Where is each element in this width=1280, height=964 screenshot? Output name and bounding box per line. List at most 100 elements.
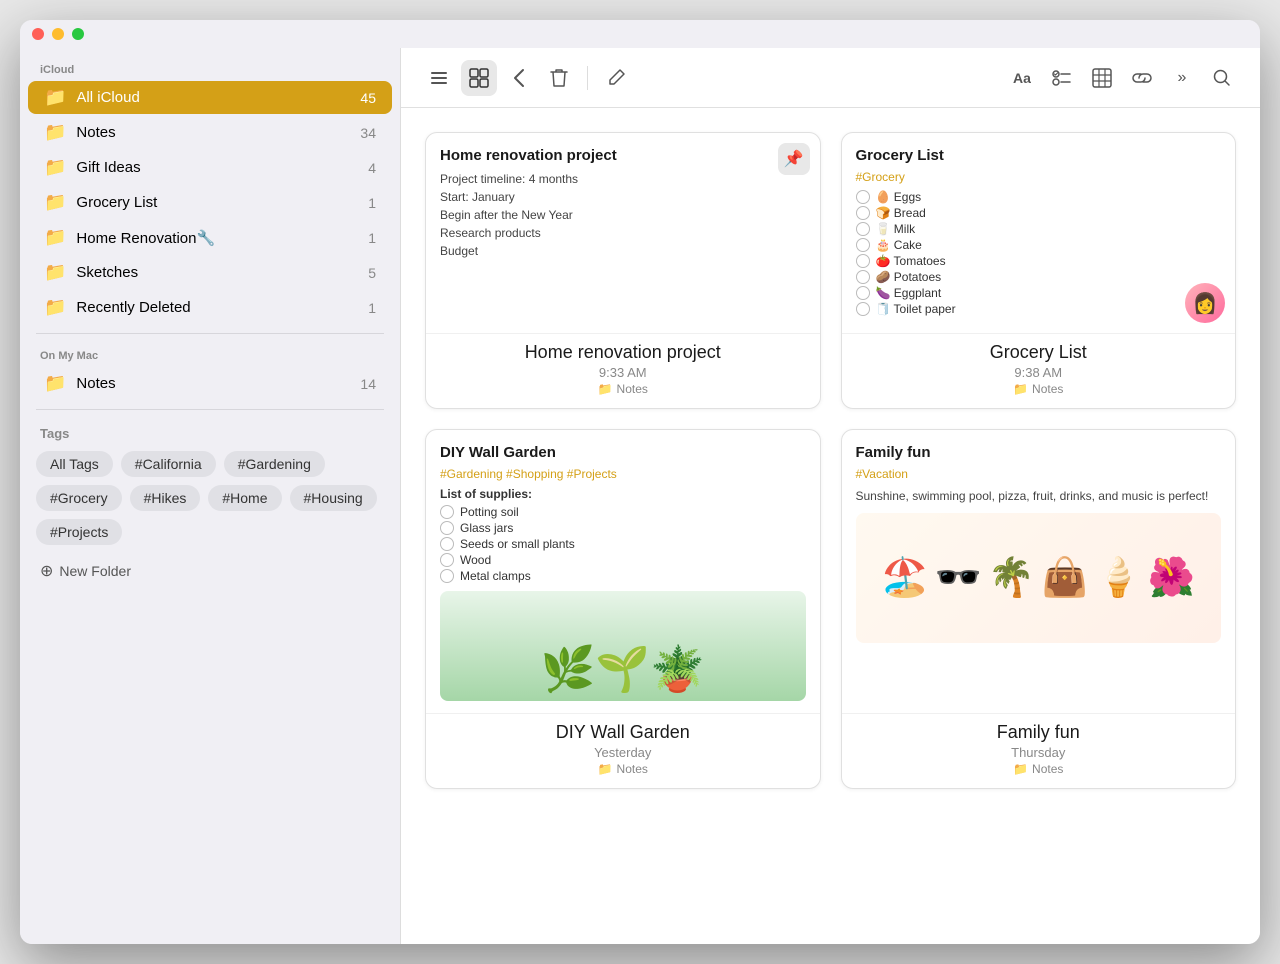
sticker: 🍦 (1095, 556, 1142, 600)
note-title: DIY Wall Garden (440, 444, 806, 461)
note-footer-time: Yesterday (440, 745, 806, 760)
sidebar-item-name: All iCloud (76, 89, 360, 106)
checklist-item: 🍞 Bread (856, 206, 1222, 220)
checkbox[interactable] (440, 537, 454, 551)
pin-button[interactable]: 📌 (778, 143, 810, 175)
checkbox[interactable] (856, 222, 870, 236)
checkbox[interactable] (856, 302, 870, 316)
tag-all-tags[interactable]: All Tags (36, 451, 113, 477)
more-button[interactable]: » (1164, 60, 1200, 96)
checkbox[interactable] (440, 569, 454, 583)
note-card-home-reno[interactable]: Home renovation project Project timeline… (425, 132, 821, 409)
checkbox[interactable] (856, 190, 870, 204)
new-folder-button[interactable]: ⊕ New Folder (20, 553, 400, 589)
list-view-button[interactable] (421, 60, 457, 96)
sidebar-item-notes[interactable]: 📁 Notes 34 (28, 116, 392, 149)
stickers-preview: 🏖️ 🕶️ 🌴 👜 🍦 🌺 (856, 513, 1222, 643)
sidebar-item-gift-ideas[interactable]: 📁 Gift Ideas 4 (28, 151, 392, 184)
link-button[interactable] (1124, 60, 1160, 96)
search-button[interactable] (1204, 60, 1240, 96)
checklist-item: 🧻 Toilet paper (856, 302, 1222, 316)
note-footer-folder: 📁 Notes (856, 762, 1222, 776)
maximize-button[interactable] (72, 28, 84, 40)
sidebar-item-count: 34 (360, 125, 376, 141)
tags-title: Tags (36, 426, 384, 441)
folder-icon: 📁 (44, 157, 66, 178)
checklist-item: 🎂 Cake (856, 238, 1222, 252)
note-card-family-fun[interactable]: Family fun #Vacation Sunshine, swimming … (841, 429, 1237, 789)
folder-icon-sm: 📁 (1013, 762, 1028, 776)
note-body: Sunshine, swimming pool, pizza, fruit, d… (856, 487, 1222, 505)
note-footer: DIY Wall Garden Yesterday 📁 Notes (426, 713, 820, 788)
note-title: Family fun (856, 444, 1222, 461)
checklist: 🥚 Eggs 🍞 Bread 🥛 Milk 🎂 Cake 🍅 Tomatoes … (856, 190, 1222, 316)
new-folder-label: New Folder (59, 563, 131, 579)
checkbox[interactable] (440, 521, 454, 535)
sidebar-item-name: Sketches (76, 264, 368, 281)
sidebar-item-count: 4 (368, 160, 376, 176)
tag-hikes[interactable]: #Hikes (130, 485, 201, 511)
tag-gardening[interactable]: #Gardening (224, 451, 325, 477)
tag-housing[interactable]: #Housing (290, 485, 377, 511)
toolbar: Aa (401, 48, 1260, 108)
sidebar-item-name: Notes (76, 124, 360, 141)
tag-home[interactable]: #Home (208, 485, 281, 511)
note-footer-folder: 📁 Notes (440, 382, 806, 396)
checkbox[interactable] (856, 238, 870, 252)
note-title: Home renovation project (440, 147, 806, 164)
checkbox[interactable] (856, 206, 870, 220)
notes-grid: Home renovation project Project timeline… (401, 108, 1260, 944)
checklist-button[interactable] (1044, 60, 1080, 96)
sticker: 🌺 (1148, 556, 1195, 600)
checklist-item: 🍅 Tomatoes (856, 254, 1222, 268)
checkbox[interactable] (856, 254, 870, 268)
sidebar-item-sketches[interactable]: 📁 Sketches 5 (28, 256, 392, 289)
sidebar-item-count: 1 (368, 300, 376, 316)
minimize-button[interactable] (52, 28, 64, 40)
note-footer-time: 9:38 AM (856, 365, 1222, 380)
folder-icon: 📁 (44, 122, 66, 143)
note-image: 🌿🌱🪴 (440, 591, 806, 701)
folder-icon-sm: 📁 (598, 762, 613, 776)
folder-icon-sm: 📁 (1013, 382, 1028, 396)
delete-button[interactable] (541, 60, 577, 96)
note-footer: Family fun Thursday 📁 Notes (842, 713, 1236, 788)
sidebar-item-all-icloud[interactable]: 📁 All iCloud 45 (28, 81, 392, 114)
sidebar-divider (36, 333, 384, 334)
plus-icon: ⊕ (40, 561, 53, 581)
compose-button[interactable] (598, 60, 634, 96)
tag-grocery[interactable]: #Grocery (36, 485, 122, 511)
folder-icon: 📁 (44, 192, 66, 213)
on-my-mac-label: On My Mac (20, 342, 400, 366)
table-button[interactable] (1084, 60, 1120, 96)
sticker: 🏖️ (881, 556, 928, 600)
sticker: 🌴 (988, 556, 1035, 600)
note-footer: Grocery List 9:38 AM 📁 Notes (842, 333, 1236, 408)
sidebar-item-recently-deleted[interactable]: 📁 Recently Deleted 1 (28, 291, 392, 324)
checklist-item: Seeds or small plants (440, 537, 806, 551)
checkbox[interactable] (856, 270, 870, 284)
sidebar-item-mac-notes[interactable]: 📁 Notes 14 (28, 367, 392, 400)
sticker: 👜 (1041, 556, 1088, 600)
grid-view-button[interactable] (461, 60, 497, 96)
format-button[interactable]: Aa (1004, 60, 1040, 96)
sidebar-item-name: Recently Deleted (76, 299, 368, 316)
sidebar-item-count: 14 (360, 376, 376, 392)
note-card-grocery[interactable]: Grocery List #Grocery 🥚 Eggs 🍞 Bread 🥛 M… (841, 132, 1237, 409)
sidebar-item-grocery-list[interactable]: 📁 Grocery List 1 (28, 186, 392, 219)
checkbox[interactable] (440, 553, 454, 567)
checkbox[interactable] (856, 286, 870, 300)
note-tag: #Grocery (856, 170, 1222, 184)
sidebar-divider-2 (36, 409, 384, 410)
sidebar: iCloud 📁 All iCloud 45 📁 Notes 34 📁 Gift… (20, 48, 400, 944)
sidebar-item-home-renovation[interactable]: 📁 Home Renovation🔧 1 (28, 221, 392, 254)
note-preview: Family fun #Vacation Sunshine, swimming … (842, 430, 1236, 713)
tag-projects[interactable]: #Projects (36, 519, 122, 545)
note-card-diy-garden[interactable]: DIY Wall Garden #Gardening #Shopping #Pr… (425, 429, 821, 789)
tags-grid: All Tags #California #Gardening #Grocery… (36, 451, 384, 545)
titlebar (20, 20, 1260, 48)
tag-california[interactable]: #California (121, 451, 216, 477)
back-button[interactable] (501, 60, 537, 96)
checkbox[interactable] (440, 505, 454, 519)
close-button[interactable] (32, 28, 44, 40)
